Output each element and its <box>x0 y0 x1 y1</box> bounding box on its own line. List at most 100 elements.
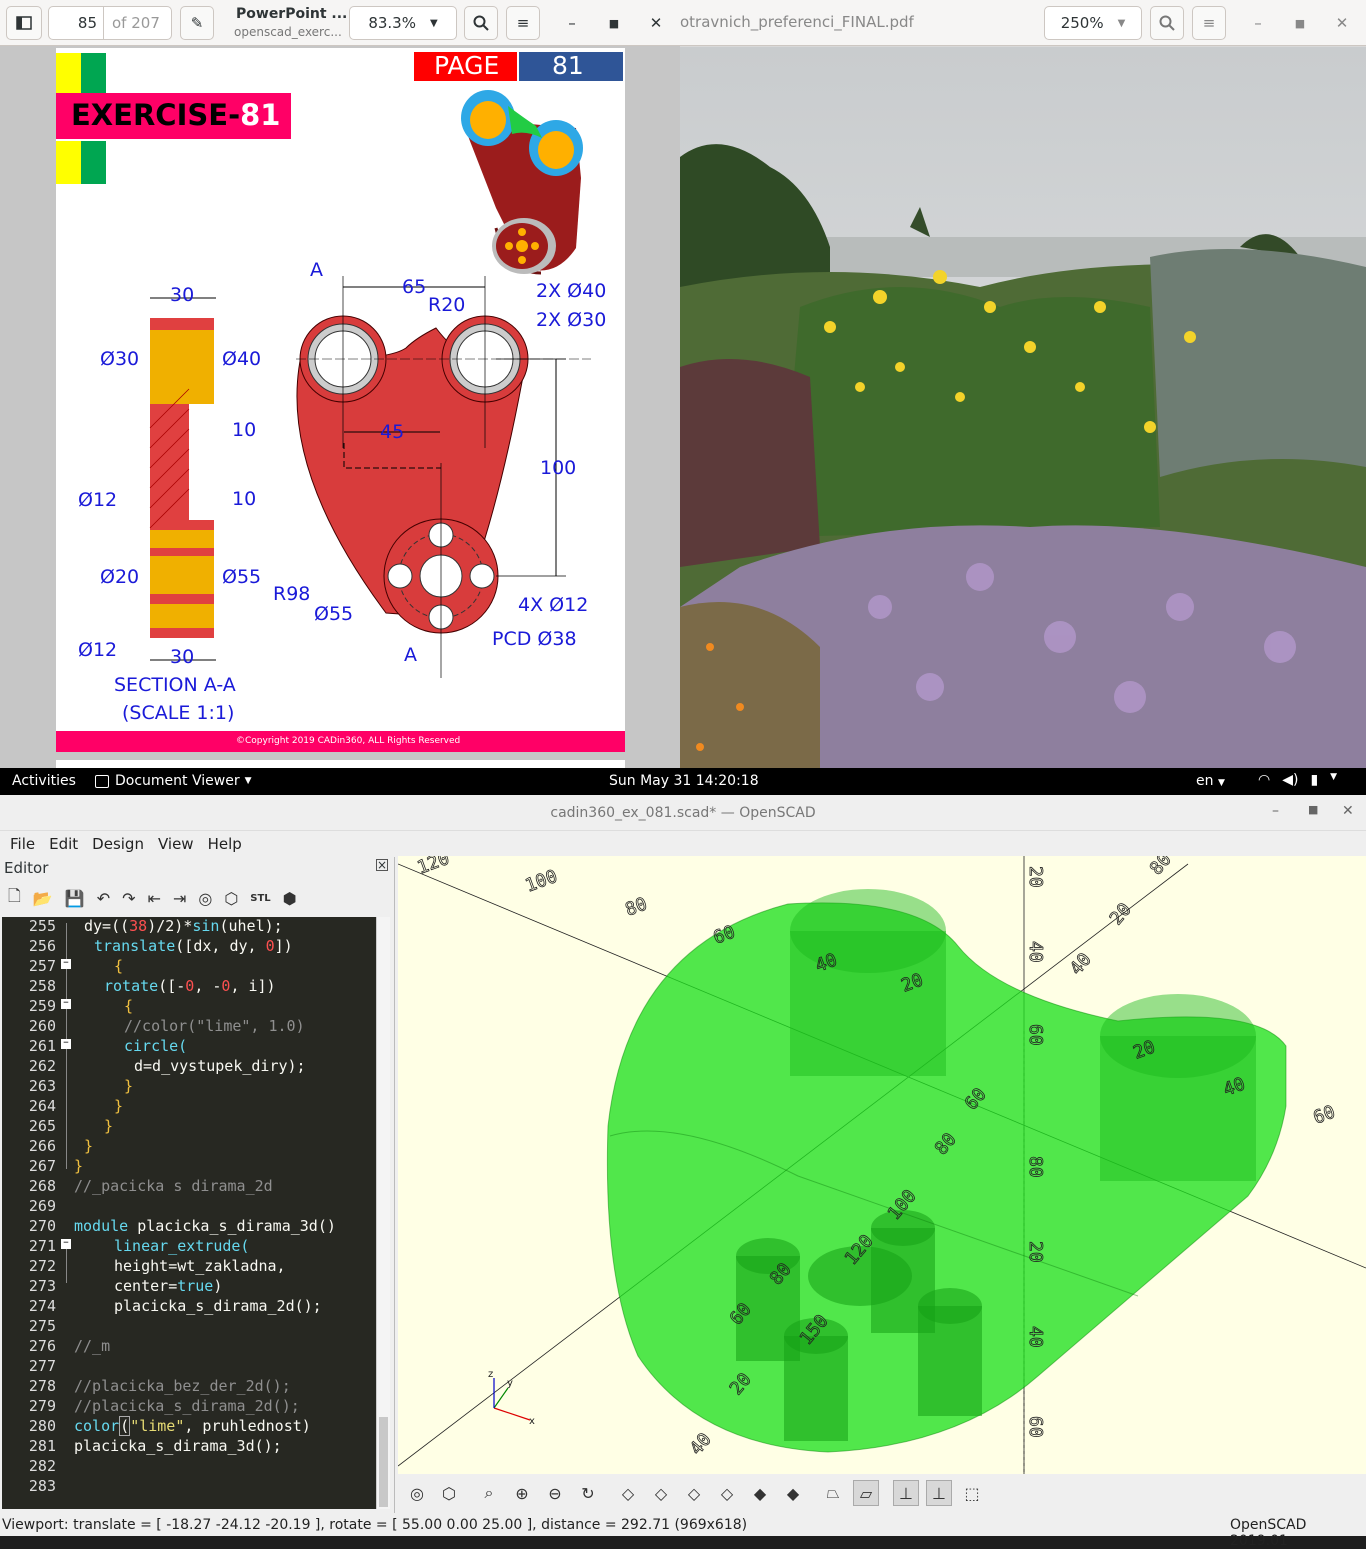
show-edges-button[interactable]: ⬚ <box>959 1480 985 1506</box>
code-token: ([dx, dy, <box>175 937 266 955</box>
code-token: true <box>177 1277 214 1295</box>
show-axes-button[interactable]: ⊥ <box>893 1480 919 1506</box>
close-button[interactable]: ✕ <box>1328 9 1356 37</box>
render-button[interactable]: ⬡ <box>436 1480 462 1506</box>
code-line: { <box>114 957 124 975</box>
close-button[interactable]: ✕ <box>642 9 670 37</box>
maximize-button[interactable]: ■ <box>1308 803 1318 816</box>
view-toolbar: ◎ ⬡ ⌕ ⊕ ⊖ ↻ ◇ ◇ ◇ ◇ ◆ ◆ ⏢ ▱ ⊥ ⊥ ⬚ <box>398 1474 1366 1512</box>
axis-scale-label: 20 <box>1106 899 1136 929</box>
redo-icon[interactable]: ↷ <box>122 889 135 908</box>
annotate-button[interactable]: ✎ <box>180 6 214 40</box>
code-token: 0 <box>265 937 275 955</box>
line-number: 283 <box>28 1477 56 1495</box>
render-icon[interactable]: ⬡ <box>224 889 238 908</box>
view-left-button[interactable]: ◇ <box>714 1480 740 1506</box>
activities-button[interactable]: Activities <box>12 773 76 789</box>
dim-label: 30 <box>170 646 195 668</box>
zoom-select[interactable]: 83.3% ▼ <box>349 6 457 40</box>
dim-label: 4X Ø12 <box>518 594 589 616</box>
search-button[interactable] <box>464 6 498 40</box>
close-button[interactable]: ✕ <box>1342 803 1354 819</box>
pdf-next-page <box>56 760 625 768</box>
menu-bar: File Edit Design View Help <box>10 835 256 853</box>
view-top-button[interactable]: ◇ <box>648 1480 674 1506</box>
document-viewer-right: otravnich_preferenci_FINAL.pdf 250% ▼ ≡ … <box>680 0 1366 768</box>
menu-button[interactable]: ≡ <box>1192 6 1226 40</box>
menu-design[interactable]: Design <box>92 835 144 853</box>
menu-help[interactable]: Help <box>208 835 242 853</box>
editor-scrollbar[interactable] <box>376 917 390 1509</box>
line-number: 261 <box>28 1037 56 1055</box>
menu-edit[interactable]: Edit <box>49 835 78 853</box>
window-title: PowerPoint ... <box>236 6 348 22</box>
line-number: 271 <box>28 1237 56 1255</box>
menu-file[interactable]: File <box>10 835 35 853</box>
show-scale-button[interactable]: ⊥ <box>926 1480 952 1506</box>
sidebar-toggle-button[interactable] <box>6 6 42 40</box>
reset-view-button[interactable]: ↻ <box>575 1480 601 1506</box>
view-bottom-button[interactable]: ◇ <box>681 1480 707 1506</box>
chevron-down-icon: ▼ <box>244 776 252 786</box>
code-line: //_pacicka s dirama_2d <box>74 1177 273 1195</box>
close-editor-button[interactable]: × <box>376 859 388 871</box>
orthogonal-button[interactable]: ▱ <box>853 1480 879 1506</box>
page-selector[interactable]: 85 of 207 <box>48 6 172 40</box>
new-file-icon[interactable]: 🗋 <box>8 885 21 912</box>
menu-view[interactable]: View <box>158 835 194 853</box>
code-line: placicka_s_dirama_2d(); <box>114 1297 322 1315</box>
minimize-button[interactable]: – <box>1244 9 1272 37</box>
preview-icon[interactable]: ◎ <box>198 889 212 908</box>
document-viewer-left: 85 of 207 ✎ PowerPoint ... openscad_exer… <box>0 0 680 768</box>
view-front-button[interactable]: ◆ <box>747 1480 773 1506</box>
zoom-in-button[interactable]: ⊕ <box>509 1480 535 1506</box>
code-line: placicka_s_dirama_3d(); <box>74 1437 282 1455</box>
code-editor[interactable]: 255 256 257 258 259 260 261 262 263 264 265 266 267 2… <box>2 917 376 1509</box>
page-number-input[interactable]: 85 <box>49 14 101 32</box>
undo-icon[interactable]: ↶ <box>97 889 110 908</box>
view-back-button[interactable]: ◆ <box>780 1480 806 1506</box>
zoom-select[interactable]: 250% ▼ <box>1044 6 1142 40</box>
preview-button[interactable]: ◎ <box>404 1480 430 1506</box>
app-name: Document Viewer <box>115 773 240 789</box>
code-token: color <box>74 1417 120 1435</box>
line-number: 274 <box>28 1297 56 1315</box>
dim-label: 100 <box>540 457 577 479</box>
maximize-button[interactable]: ■ <box>600 9 628 37</box>
dim-label: 10 <box>232 488 257 510</box>
copyright: ©Copyright 2019 CADin360, ALL Rights Res… <box>236 736 461 746</box>
search-button[interactable] <box>1150 6 1184 40</box>
view-all-button[interactable]: ⌕ <box>476 1480 502 1506</box>
status-bar-right: OpenSCAD 2019.01 <box>1230 1517 1307 1549</box>
send-to-print-icon[interactable]: ⬢ <box>283 889 297 908</box>
unindent-icon[interactable]: ⇤ <box>148 889 161 908</box>
isometric-part-image <box>461 90 583 275</box>
export-stl-icon[interactable]: STL <box>250 893 270 904</box>
axis-scale-label: 60 <box>1025 1416 1046 1438</box>
3d-viewport[interactable]: z y x 120 100 80 60 40 20 20 40 60 20 40 60 80 20 40 60… <box>398 856 1366 1474</box>
minimize-button[interactable]: – <box>558 9 586 37</box>
orthogonal-icon: ▱ <box>859 1483 873 1503</box>
clock[interactable]: Sun May 31 14:20:18 <box>609 773 759 789</box>
perspective-button[interactable]: ⏢ <box>820 1480 846 1506</box>
window-subtitle: openscad_exerc... <box>234 25 342 39</box>
input-language[interactable]: en ▼ <box>1196 773 1225 789</box>
save-icon[interactable]: 💾 <box>65 889 85 908</box>
app-menu[interactable]: Document Viewer ▼ <box>95 773 252 789</box>
code-token: ( <box>119 1416 131 1436</box>
dim-label: R20 <box>428 294 466 316</box>
zoom-out-button[interactable]: ⊖ <box>542 1480 568 1506</box>
window-title: cadin360_ex_081.scad* — OpenSCAD <box>550 805 816 821</box>
dim-label: 10 <box>232 419 257 441</box>
open-file-icon[interactable]: 📂 <box>33 889 53 908</box>
view-right-button[interactable]: ◇ <box>615 1480 641 1506</box>
menu-button[interactable]: ≡ <box>506 6 540 40</box>
section-scale: (SCALE 1:1) <box>122 702 235 724</box>
exercise-heading: EXERCISE-81 <box>71 98 280 132</box>
maximize-button[interactable]: ■ <box>1286 9 1314 37</box>
indent-icon[interactable]: ⇥ <box>173 889 186 908</box>
minimize-button[interactable]: – <box>1272 803 1279 819</box>
dim-label: 45 <box>380 421 405 443</box>
dim-label: PCD Ø38 <box>492 628 577 650</box>
system-tray[interactable]: ◠ ◀) ▮ ▼ <box>1258 772 1337 788</box>
